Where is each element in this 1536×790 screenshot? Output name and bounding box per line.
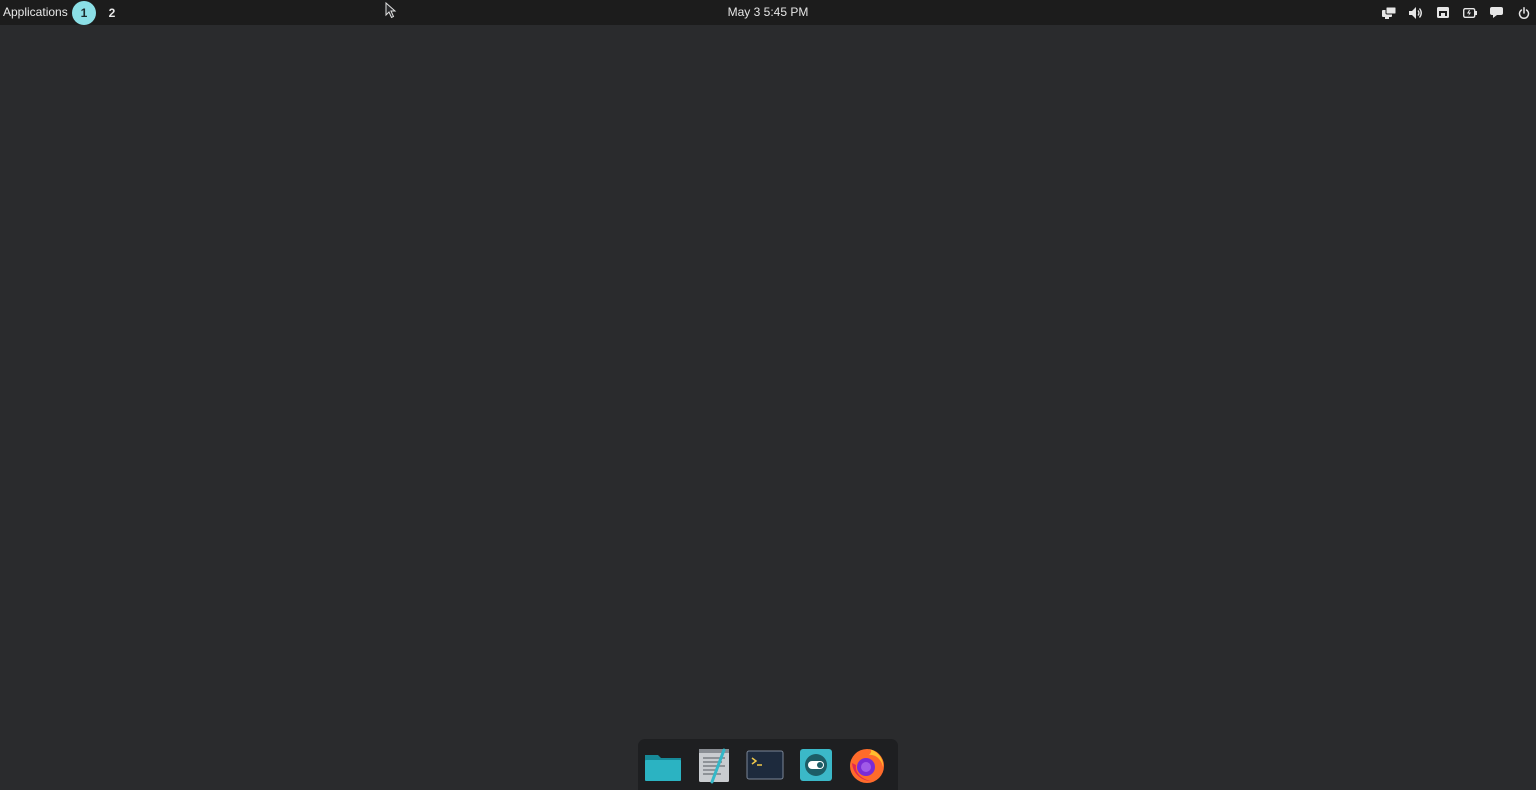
notification-icon[interactable] [1488, 4, 1505, 21]
clock: May 3 5:45 PM [0, 5, 1536, 19]
firefox-icon[interactable] [847, 745, 887, 785]
desktop[interactable]: Applications 1 2 May 3 5:45 PM [0, 0, 1536, 790]
dock [638, 739, 898, 790]
top-panel: Applications 1 2 May 3 5:45 PM [0, 0, 1536, 25]
clock-label[interactable]: May 3 5:45 PM [728, 5, 809, 19]
workspace-1-button[interactable]: 1 [72, 1, 96, 25]
system-tray [1370, 4, 1532, 21]
files-icon[interactable] [643, 745, 683, 785]
settings-toggle-icon[interactable] [796, 745, 836, 785]
battery-icon[interactable] [1461, 4, 1478, 21]
network-icon[interactable] [1434, 4, 1451, 21]
mouse-pointer-icon [385, 2, 397, 19]
display-icon[interactable] [1380, 4, 1397, 21]
text-editor-icon[interactable] [694, 745, 734, 785]
volume-icon[interactable] [1407, 4, 1424, 21]
workspace-2-button[interactable]: 2 [100, 1, 124, 25]
terminal-icon[interactable] [745, 745, 785, 785]
power-icon[interactable] [1515, 4, 1532, 21]
applications-button[interactable]: Applications [3, 5, 68, 19]
